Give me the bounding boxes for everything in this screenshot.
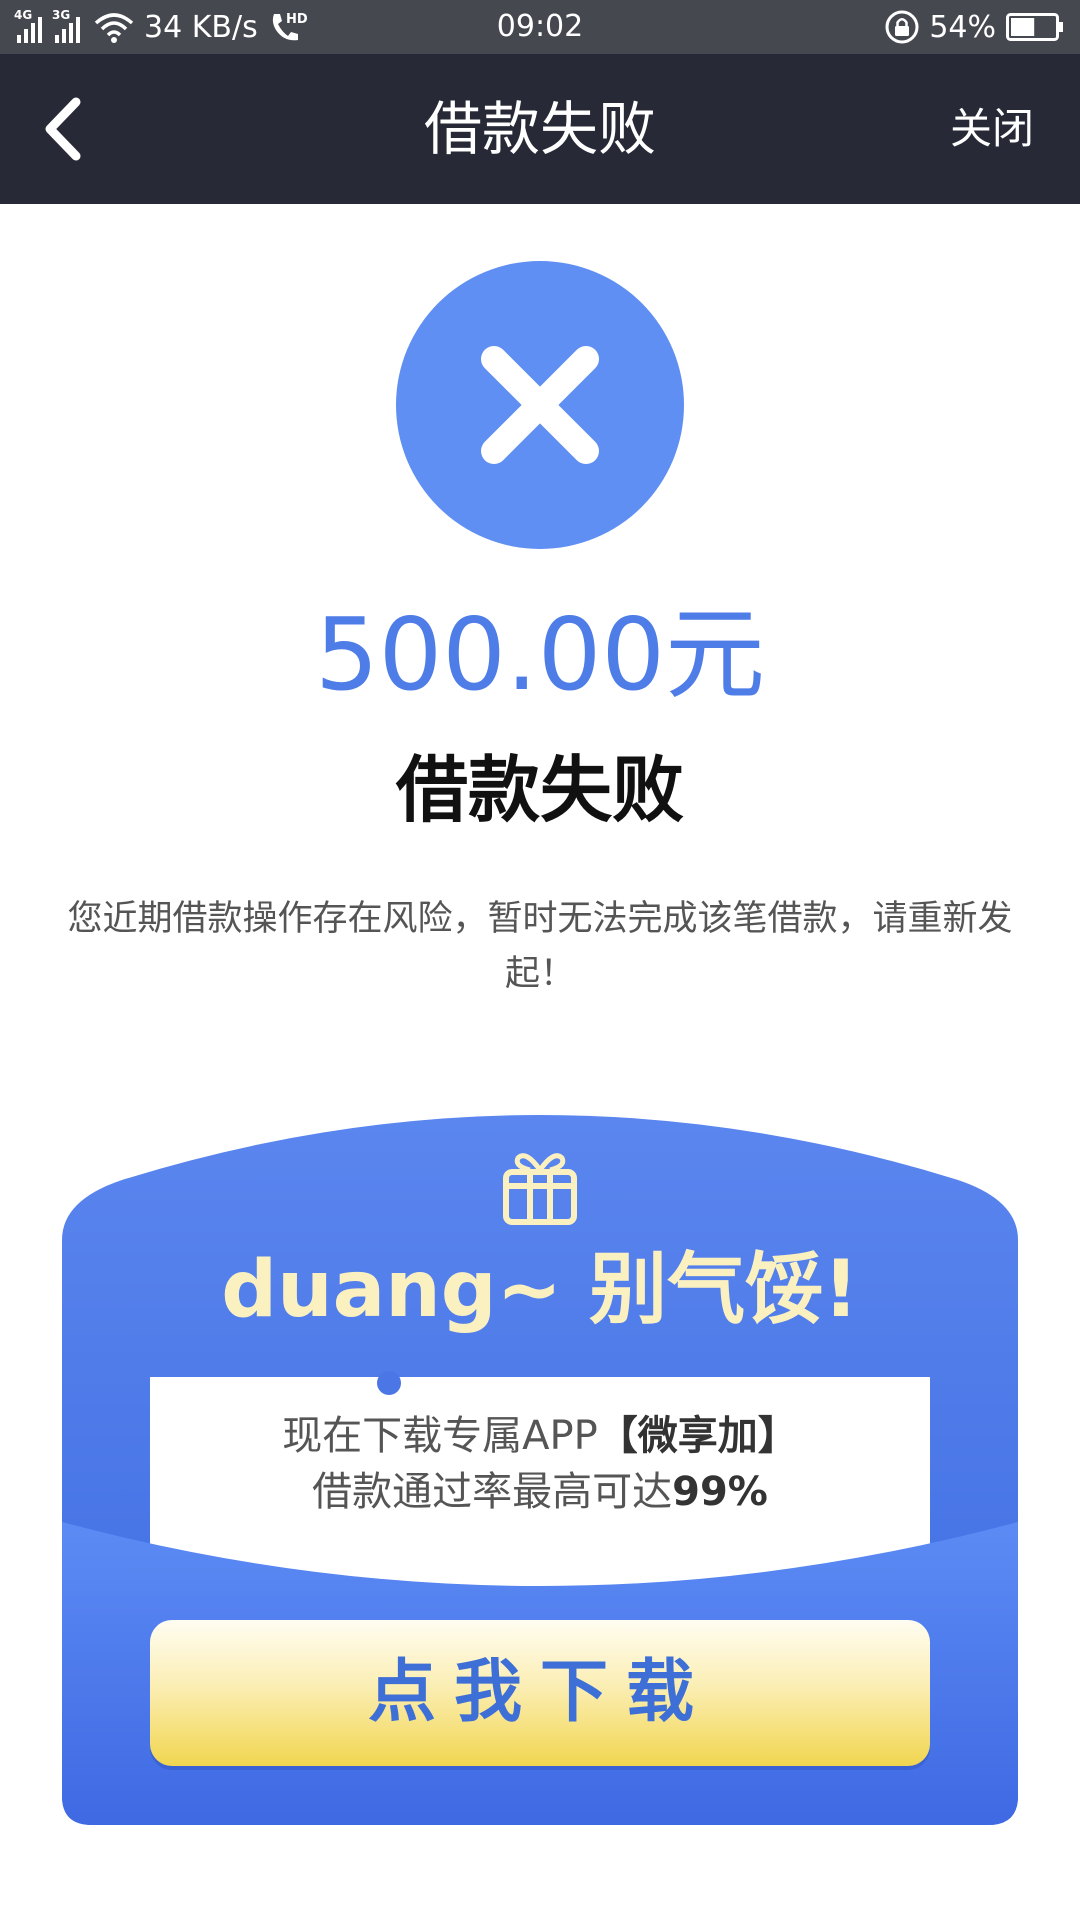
back-button[interactable]: [36, 94, 96, 164]
promo-headline: duang~ 别气馁!: [221, 1245, 859, 1335]
promo-line1-text: 现在下载专属APP: [282, 1413, 598, 1459]
nav-bar: 借款失败 关闭: [0, 54, 1080, 204]
wifi-icon: [94, 13, 134, 43]
signal-icon: 4G: [14, 9, 42, 43]
result-description: 您近期借款操作存在风险，暂时无法完成该笔借款，请重新发起！: [67, 899, 1013, 994]
signal-icon: 3G: [52, 9, 80, 43]
promo-line-download: 现在下载专属APP【微享加】: [212, 1408, 868, 1464]
chevron-left-icon: [45, 97, 81, 161]
status-left: 4G 3G 34 KB/s HD: [14, 0, 310, 54]
promo-app-name: 【微享加】: [597, 1413, 798, 1459]
promo-line2-text: 借款通过率最高可达: [312, 1469, 673, 1515]
network-speed: 34 KB/s: [144, 9, 258, 45]
battery-fill: [1011, 18, 1035, 36]
promo-line-rate: 借款通过率最高可达99%: [212, 1464, 868, 1520]
status-right: 54%: [883, 0, 1064, 54]
close-button[interactable]: 关闭: [950, 54, 1034, 204]
result-title: 借款失败: [395, 748, 684, 832]
promo-card: duang~ 别气馁! 现在下载专属APP【微享加】 借款通过率最高可达99% …: [62, 1090, 1018, 1825]
rotation-lock-icon: [885, 10, 919, 44]
promo-pass-rate: 99%: [672, 1469, 768, 1515]
loan-amount: 500.00元: [315, 596, 765, 713]
status-bar: 4G 3G 34 KB/s HD 09:02 54%: [0, 0, 1080, 54]
hd-label: HD: [286, 12, 308, 27]
gift-icon: [503, 1153, 577, 1225]
battery-percent: 54%: [929, 9, 996, 45]
hd-call-icon: HD: [272, 12, 308, 41]
close-icon: [481, 346, 599, 464]
fail-status-icon: [396, 261, 684, 549]
download-button[interactable]: 点我下载: [150, 1620, 930, 1766]
page-title: 借款失败: [423, 95, 656, 163]
battery-icon: [1006, 13, 1063, 41]
